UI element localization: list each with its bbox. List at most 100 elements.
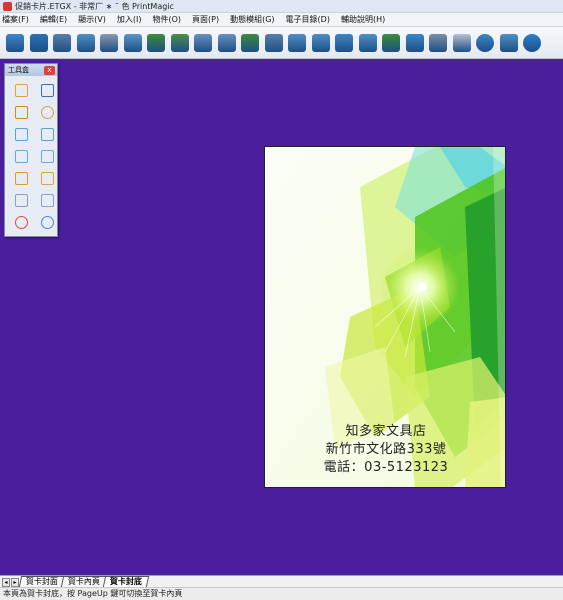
- user-icon: [429, 33, 447, 52]
- trash-button[interactable]: [98, 32, 120, 54]
- group-tool[interactable]: [36, 169, 58, 188]
- ellipse-icon: [40, 106, 54, 119]
- insert-image-icon: [311, 33, 330, 52]
- redo-icon: [217, 33, 236, 52]
- flip-horizontal-tool[interactable]: [10, 147, 32, 166]
- print-icon: [53, 33, 71, 52]
- store-name[interactable]: 知多家文具店: [265, 423, 505, 441]
- main-toolbar: [0, 27, 563, 59]
- menu-insert[interactable]: 加入(I): [117, 14, 142, 25]
- export-image-button[interactable]: [122, 32, 144, 54]
- new-page-icon: [14, 84, 28, 97]
- insert-image-button[interactable]: [310, 32, 332, 54]
- folder-icon: [405, 33, 424, 52]
- edit-text-button[interactable]: [286, 32, 308, 54]
- print-preview-button[interactable]: [75, 32, 97, 54]
- toolbox-grid: [5, 76, 57, 232]
- rotate-right-tool[interactable]: [36, 125, 58, 144]
- group-icon: [40, 172, 54, 185]
- flip-vertical-tool[interactable]: [36, 147, 58, 166]
- zoom-icon: [264, 33, 283, 52]
- line-tool[interactable]: [10, 103, 32, 122]
- distribute-icon: [40, 194, 54, 207]
- title-bar: 促銷卡片.ETGX - 非常厂 ∗ ˜ 色 PrintMagic: [0, 0, 563, 13]
- help-button[interactable]: [474, 32, 496, 54]
- toolbox-header[interactable]: 工具盒 x: [5, 64, 57, 76]
- merge-icon: [14, 216, 28, 229]
- toolbox-panel: 工具盒 x: [4, 63, 58, 237]
- home-button[interactable]: [4, 32, 26, 54]
- undo-button[interactable]: [192, 32, 214, 54]
- broadcast-icon: [499, 33, 518, 52]
- align-tool[interactable]: [10, 191, 32, 210]
- play-button[interactable]: [521, 32, 543, 54]
- download-image-icon: [382, 33, 400, 52]
- tab-next-icon[interactable]: ▸: [11, 578, 19, 587]
- align-icon: [14, 194, 28, 207]
- trash-icon: [100, 33, 118, 52]
- undo-icon: [194, 33, 212, 52]
- wand-tool[interactable]: [36, 81, 58, 100]
- refresh-button[interactable]: [239, 32, 261, 54]
- page-forward-button[interactable]: [145, 32, 167, 54]
- gallery-button[interactable]: [357, 32, 379, 54]
- home-icon: [6, 33, 24, 52]
- split-tool[interactable]: [36, 213, 58, 232]
- export-image-icon: [123, 33, 142, 52]
- broadcast-button[interactable]: [498, 32, 520, 54]
- flip-vertical-icon: [40, 150, 54, 163]
- flip-horizontal-icon: [14, 150, 28, 163]
- tab-card-back[interactable]: 賀卡封底: [102, 576, 150, 587]
- tab-prev-icon[interactable]: ◂: [2, 578, 10, 587]
- store-phone[interactable]: 電話：03-5123123: [265, 459, 505, 477]
- new-page-tool[interactable]: [10, 81, 32, 100]
- download-image-button[interactable]: [380, 32, 402, 54]
- user-button[interactable]: [427, 32, 449, 54]
- split-icon: [40, 216, 54, 229]
- store-address[interactable]: 新竹市文化路333號: [265, 441, 505, 459]
- folder-button[interactable]: [404, 32, 426, 54]
- menu-e-catalog[interactable]: 電子目錄(D): [286, 14, 330, 25]
- play-icon: [523, 33, 541, 52]
- page-forward-icon: [147, 33, 165, 52]
- menu-object[interactable]: 物件(O): [152, 14, 181, 25]
- refresh-icon: [241, 33, 259, 52]
- copy-tool[interactable]: [10, 169, 32, 188]
- card-text-block[interactable]: 知多家文具店 新竹市文化路333號 電話：03-5123123: [265, 423, 505, 477]
- calendar-icon: [452, 33, 471, 52]
- tab-card-cover[interactable]: 賀卡封面: [18, 576, 66, 587]
- zoom-button[interactable]: [263, 32, 285, 54]
- line-icon: [14, 106, 28, 119]
- distribute-tool[interactable]: [36, 191, 58, 210]
- status-bar: 本頁為賀卡封底，按 PageUp 鍵可切換至賀卡內頁: [0, 587, 563, 600]
- menu-edit[interactable]: 編輯(E): [40, 14, 67, 25]
- page-tabs-bar: ◂ ▸ 賀卡封面 賀卡內頁 賀卡封底: [0, 575, 563, 587]
- help-icon: [476, 33, 494, 52]
- print-button[interactable]: [51, 32, 73, 54]
- print-preview-icon: [76, 33, 95, 52]
- rotate-right-icon: [40, 128, 54, 141]
- menu-file[interactable]: 檔案(F): [2, 14, 29, 25]
- menu-dynamic-module[interactable]: 動態模組(G): [230, 14, 274, 25]
- chart-icon: [335, 33, 353, 52]
- tab-label: 賀卡內頁: [67, 577, 100, 586]
- menu-bar: 檔案(F) 編輯(E) 顯示(V) 加入(I) 物件(O) 頁面(P) 動態模組…: [0, 13, 563, 27]
- redo-button[interactable]: [216, 32, 238, 54]
- merge-tool[interactable]: [10, 213, 32, 232]
- menu-help[interactable]: 輔助說明(H): [341, 14, 385, 25]
- chart-button[interactable]: [333, 32, 355, 54]
- page-back-button[interactable]: [169, 32, 191, 54]
- edit-text-icon: [288, 33, 306, 52]
- calendar-button[interactable]: [451, 32, 473, 54]
- tab-label: 賀卡封底: [109, 577, 142, 586]
- tab-card-inside[interactable]: 賀卡內頁: [60, 576, 108, 587]
- close-icon[interactable]: x: [44, 65, 55, 75]
- rotate-left-tool[interactable]: [10, 125, 32, 144]
- copy-icon: [14, 172, 28, 185]
- ellipse-tool[interactable]: [36, 103, 58, 122]
- card-canvas[interactable]: 知多家文具店 新竹市文化路333號 電話：03-5123123: [264, 146, 506, 488]
- menu-view[interactable]: 顯示(V): [78, 14, 106, 25]
- app-icon: [3, 1, 12, 11]
- menu-page[interactable]: 頁面(P): [192, 14, 219, 25]
- save-button[interactable]: [28, 32, 50, 54]
